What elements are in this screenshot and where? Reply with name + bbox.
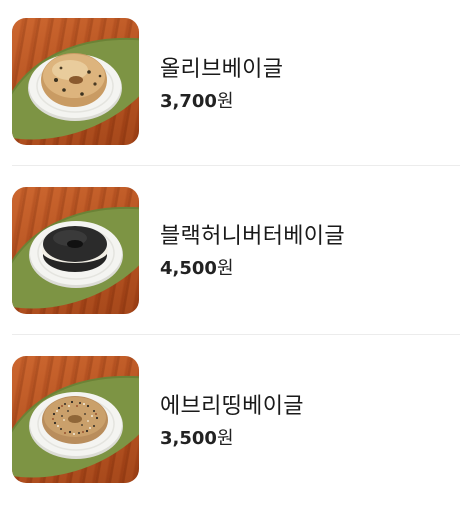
olive-bagel-photo[interactable] <box>12 18 139 145</box>
price-value: 3,700 <box>160 91 217 112</box>
menu-item-price: 3,700원 <box>160 87 234 113</box>
menu-item-name: 블랙허니버터베이글 <box>160 224 345 249</box>
price-currency: 원 <box>216 258 234 279</box>
menu-list: 올리브베이글 3,700원 블랙허니버터베이글 4,500원 에브리띵베이글 3… <box>0 0 466 495</box>
list-divider <box>12 165 460 166</box>
everything-bagel-image <box>12 375 139 478</box>
black-honey-butter-bagel-image <box>12 206 139 309</box>
menu-item-price: 4,500원 <box>160 254 234 280</box>
price-value: 4,500 <box>160 258 217 279</box>
menu-item-price: 3,500원 <box>160 424 234 450</box>
black-honey-butter-bagel-photo[interactable] <box>12 187 139 314</box>
olive-bagel-image <box>12 37 139 140</box>
menu-item-name: 에브리띵베이글 <box>160 394 304 419</box>
price-value: 3,500 <box>160 428 217 449</box>
price-currency: 원 <box>216 91 234 112</box>
menu-item-name: 올리브베이글 <box>160 57 284 82</box>
menu-item-everything-bagel[interactable]: 에브리띵베이글 3,500원 <box>0 337 466 505</box>
menu-item-olive-bagel[interactable]: 올리브베이글 3,700원 <box>0 0 466 168</box>
list-divider <box>12 334 460 335</box>
everything-bagel-photo[interactable] <box>12 356 139 483</box>
price-currency: 원 <box>216 428 234 449</box>
menu-item-black-honey-butter-bagel[interactable]: 블랙허니버터베이글 4,500원 <box>0 168 466 336</box>
